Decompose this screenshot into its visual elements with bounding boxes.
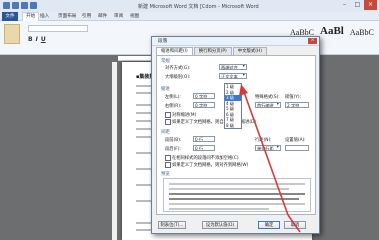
line-spacing-select[interactable]: 单倍行距 <box>255 145 281 151</box>
spacing-section-header: 间距 <box>161 130 170 135</box>
tab-mailings[interactable]: 邮件 <box>98 13 107 19</box>
outline-option-8[interactable]: 8 级 <box>225 123 241 129</box>
special-indent-select[interactable]: 首行缩进 <box>255 102 281 108</box>
ok-button[interactable]: 确定 <box>258 221 280 229</box>
dialog-tabs: 缩进和间距(I) 换行和分页(P) 中文版式(H) <box>156 47 268 55</box>
save-icon[interactable] <box>12 2 19 9</box>
space-before-input[interactable]: 0 行 <box>193 136 215 142</box>
auto-right-indent-checkbox[interactable]: 如果定义了文档网格，则自动调整右缩进(D) <box>165 119 256 125</box>
tab-asian-typography[interactable]: 中文版式(H) <box>232 47 268 55</box>
left-indent-label: 左侧(L): <box>165 95 181 100</box>
tab-line-page-breaks[interactable]: 换行和分页(P) <box>193 47 232 55</box>
preview-section-header: 预览 <box>161 172 170 177</box>
title-bar: 新建 Microsoft Word 文档 [Cdom - Microsoft W… <box>0 0 379 12</box>
spacing-at-input[interactable] <box>285 145 309 151</box>
alignment-select[interactable]: 两端对齐 <box>219 64 247 70</box>
dialog-close-icon[interactable]: × <box>308 38 317 44</box>
indent-amount-label: 磅值(Y): <box>285 95 302 100</box>
underline-button[interactable]: U <box>41 36 46 43</box>
word-window: 新建 Microsoft Word 文档 [Cdom - Microsoft W… <box>0 0 379 240</box>
right-indent-label: 右侧(R): <box>165 104 182 109</box>
preview-line <box>169 183 305 185</box>
dialog-title: 段落 <box>158 39 168 44</box>
line-spacing-label: 行距(N): <box>255 138 272 143</box>
tab-insert[interactable]: 插入 <box>40 13 49 19</box>
tab-view[interactable]: 视图 <box>130 13 139 19</box>
cancel-button[interactable]: 取消 <box>284 221 306 229</box>
space-after-label: 段后(F): <box>165 147 181 152</box>
left-indent-input[interactable]: 0 字符 <box>193 93 215 99</box>
tab-references[interactable]: 引用 <box>82 13 91 19</box>
format-buttons: B I U <box>28 36 46 43</box>
space-after-input[interactable]: 0 行 <box>193 145 215 151</box>
vertical-ruler[interactable] <box>112 62 117 240</box>
tab-review[interactable]: 审阅 <box>114 13 123 19</box>
redo-icon[interactable] <box>30 2 37 9</box>
style-heading1[interactable]: AaBl <box>320 25 344 37</box>
special-indent-label: 特殊格式(S): <box>255 95 280 100</box>
preview-line <box>169 193 305 195</box>
window-title: 新建 Microsoft Word 文档 [Cdom - Microsoft W… <box>138 4 259 10</box>
style-heading2[interactable]: AaBbC <box>350 25 374 37</box>
general-section-header: 常规 <box>161 59 170 64</box>
snap-to-grid-checkbox[interactable]: 如果定义了文档网格，则对齐到网格(W) <box>165 162 248 168</box>
set-default-button[interactable]: 设为默认值(D) <box>202 221 238 229</box>
space-before-label: 段前(B): <box>165 138 182 143</box>
preview-line <box>169 198 299 200</box>
tab-page-layout[interactable]: 页面布局 <box>58 13 76 19</box>
window-controls: – □ × <box>338 0 377 10</box>
preview-line <box>169 208 269 210</box>
close-window-icon[interactable]: × <box>364 0 377 10</box>
paste-icon[interactable] <box>4 24 20 44</box>
bold-button[interactable]: B <box>28 36 33 43</box>
paragraph-dialog: 段落 × 缩进和间距(I) 换行和分页(P) 中文版式(H) 常规 对齐方式(G… <box>151 36 320 234</box>
tab-home[interactable]: 开始 <box>22 12 40 21</box>
ribbon-tabs: 文件 开始 插入 页面布局 引用 邮件 审阅 视图 <box>0 12 379 21</box>
undo-icon[interactable] <box>21 2 28 9</box>
font-name-box[interactable] <box>28 25 88 32</box>
italic-button[interactable]: I <box>36 36 38 43</box>
outline-level-dropdown: 1 级 2 级 3 级 4 级 5 级 6 级 7 级 8 级 <box>224 83 242 129</box>
maximize-icon[interactable]: □ <box>351 0 364 10</box>
tabs-button[interactable]: 制表位(T)... <box>158 221 186 229</box>
mirror-indents-checkbox[interactable]: 对称缩进(M) <box>165 112 196 118</box>
no-space-same-style-checkbox[interactable]: 在相同样式的段落间不添加空格(C) <box>165 155 239 161</box>
paragraph-preview <box>163 178 311 212</box>
dialog-title-bar[interactable]: 段落 × <box>152 37 319 46</box>
indentation-section-header: 缩进 <box>161 87 170 92</box>
right-indent-input[interactable]: 0 字符 <box>193 102 215 108</box>
outline-level-select[interactable]: 正文文本 <box>219 73 247 79</box>
preview-line <box>169 203 305 205</box>
tab-file[interactable]: 文件 <box>2 12 18 21</box>
spacing-at-label: 设置值(A): <box>285 138 306 143</box>
indent-amount-input[interactable]: 2 字符 <box>285 102 309 108</box>
dialog-panel: 常规 对齐方式(G): 两端对齐 大纲级别(O): 正文文本 1 级 2 级 3… <box>156 55 316 215</box>
alignment-label: 对齐方式(G): <box>165 66 191 71</box>
outline-level-label: 大纲级别(O): <box>165 75 191 80</box>
tab-indents-spacing[interactable]: 缩进和间距(I) <box>156 47 193 55</box>
minimize-icon[interactable]: – <box>338 0 351 10</box>
word-logo-icon <box>3 2 10 9</box>
preview-line <box>169 188 289 190</box>
quick-access-toolbar <box>3 2 37 9</box>
